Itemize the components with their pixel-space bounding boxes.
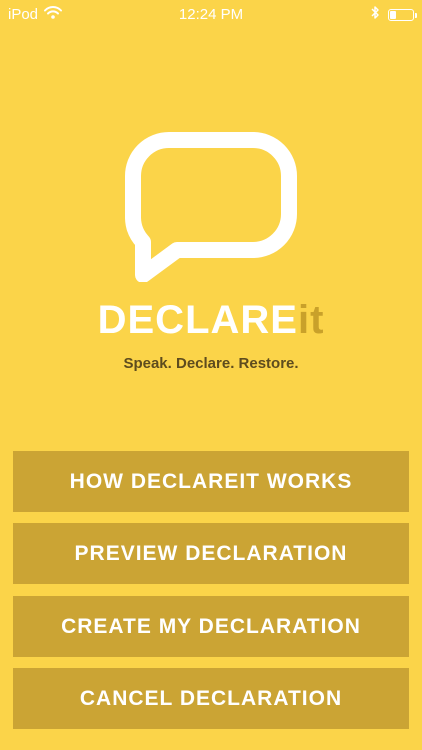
brand-main: DECLARE bbox=[97, 298, 298, 342]
status-time: 12:24 PM bbox=[178, 6, 244, 23]
tagline: Speak. Declare. Restore. bbox=[123, 355, 299, 372]
brand-suffix: it bbox=[297, 298, 325, 342]
cancel-declaration-button[interactable]: CANCEL DECLARATION bbox=[13, 668, 409, 729]
status-right bbox=[370, 5, 417, 24]
bluetooth-icon bbox=[370, 5, 380, 24]
brand-wordmark: DECLAREit bbox=[0, 298, 422, 343]
speech-bubble-icon bbox=[125, 130, 300, 287]
logo bbox=[0, 130, 422, 290]
status-bar: iPod 12:24 PM bbox=[0, 0, 422, 30]
battery-icon bbox=[388, 8, 417, 21]
how-declareit-works-button[interactable]: HOW DECLAREIT WORKS bbox=[13, 451, 409, 512]
create-my-declaration-button[interactable]: CREATE MY DECLARATION bbox=[13, 596, 409, 657]
battery-level bbox=[390, 10, 396, 19]
preview-declaration-button[interactable]: PREVIEW DECLARATION bbox=[13, 523, 409, 584]
